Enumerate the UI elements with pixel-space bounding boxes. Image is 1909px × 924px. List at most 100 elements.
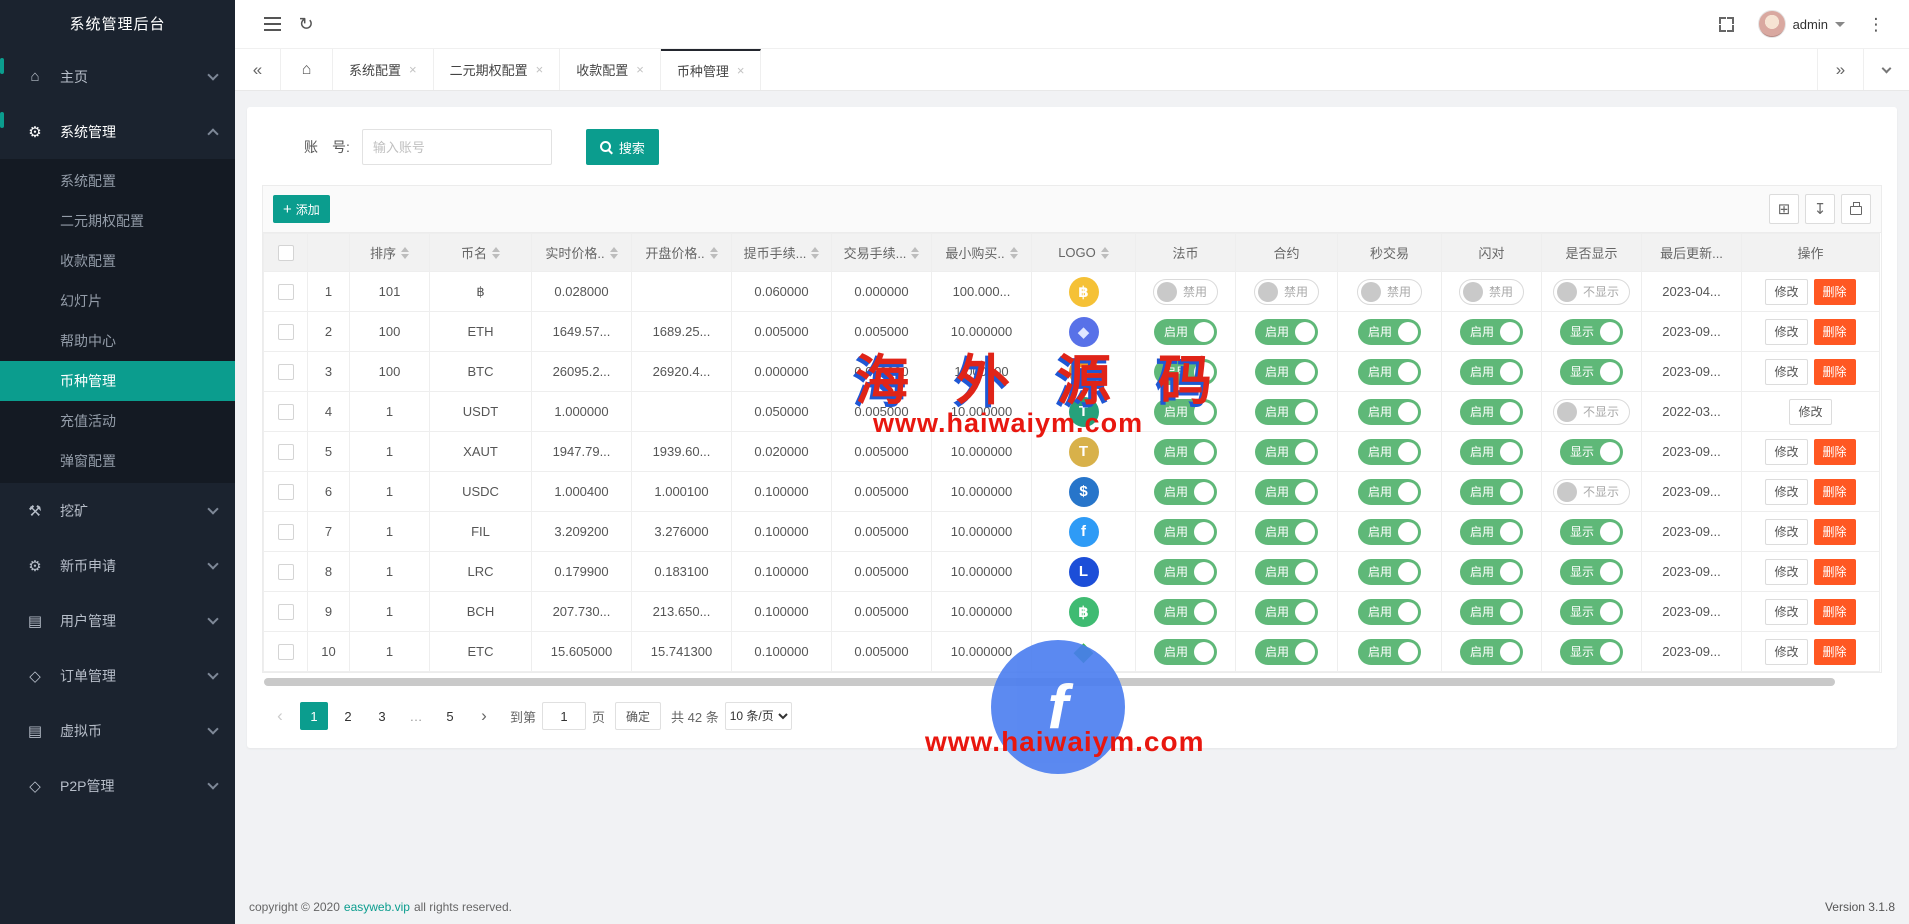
sort-icon[interactable] [1101,247,1109,259]
easyweb-link[interactable]: easyweb.vip [344,900,410,914]
contract-toggle[interactable]: 启用 [1255,519,1318,545]
seconds-toggle[interactable]: 启用 [1358,399,1421,425]
fiat-toggle[interactable]: 启用 [1154,399,1217,425]
fiat-toggle[interactable]: 启用 [1154,479,1217,505]
jump-page-input[interactable] [542,702,586,730]
visible-toggle[interactable]: 显示 [1560,519,1623,545]
flash-toggle[interactable]: 禁用 [1459,279,1524,305]
columns-filter-icon[interactable]: ⊞ [1769,194,1799,224]
close-tab-icon[interactable]: × [737,63,745,78]
flash-toggle[interactable]: 启用 [1460,479,1523,505]
seconds-toggle[interactable]: 启用 [1358,479,1421,505]
flash-toggle[interactable]: 启用 [1460,439,1523,465]
modify-button[interactable]: 修改 [1765,279,1807,305]
tab-币种管理[interactable]: 币种管理× [661,49,762,90]
delete-button[interactable]: 删除 [1814,359,1856,385]
page-button-3[interactable]: 3 [368,702,396,730]
fiat-toggle[interactable]: 启用 [1154,519,1217,545]
sidebar-subitem-幻灯片[interactable]: 幻灯片 [0,281,235,321]
seconds-toggle[interactable]: 启用 [1358,319,1421,345]
delete-button[interactable]: 删除 [1814,559,1856,585]
delete-button[interactable]: 删除 [1814,599,1856,625]
export-icon[interactable]: ↧ [1805,194,1835,224]
sidebar-item-主页[interactable]: ⌂主页 [0,49,235,104]
row-checkbox[interactable] [278,564,294,580]
fiat-toggle[interactable]: 启用 [1154,439,1217,465]
jump-confirm-button[interactable]: 确定 [615,702,661,730]
fiat-toggle[interactable]: 启用 [1154,599,1217,625]
contract-toggle[interactable]: 启用 [1255,559,1318,585]
visible-toggle[interactable]: 显示 [1560,319,1623,345]
row-checkbox[interactable] [278,524,294,540]
tab-home[interactable]: ⌂ [281,49,333,90]
column-header-开盘价格..[interactable]: 开盘价格.. [632,234,732,272]
visible-toggle[interactable]: 显示 [1560,439,1623,465]
contract-toggle[interactable]: 启用 [1255,399,1318,425]
refresh-icon[interactable]: ↻ [289,7,323,41]
sort-icon[interactable] [1010,247,1018,259]
horizontal-scrollbar[interactable] [264,678,1835,686]
flash-toggle[interactable]: 启用 [1460,599,1523,625]
tabs-menu-icon[interactable] [1863,49,1909,90]
sidebar-item-用户管理[interactable]: ▤用户管理 [0,593,235,648]
visible-toggle[interactable]: 不显示 [1553,399,1630,425]
tab-收款配置[interactable]: 收款配置× [560,49,661,90]
seconds-toggle[interactable]: 启用 [1358,359,1421,385]
visible-toggle[interactable]: 不显示 [1553,479,1630,505]
flash-toggle[interactable]: 启用 [1460,399,1523,425]
contract-toggle[interactable]: 启用 [1255,319,1318,345]
flash-toggle[interactable]: 启用 [1460,359,1523,385]
modify-button[interactable]: 修改 [1765,319,1807,345]
contract-toggle[interactable]: 启用 [1255,479,1318,505]
modify-button[interactable]: 修改 [1765,519,1807,545]
seconds-toggle[interactable]: 启用 [1358,559,1421,585]
close-tab-icon[interactable]: × [636,62,644,77]
page-button-5[interactable]: 5 [436,702,464,730]
search-button[interactable]: 搜索 [586,129,659,165]
tabs-scroll-right-icon[interactable]: » [1817,49,1863,90]
visible-toggle[interactable]: 显示 [1560,599,1623,625]
tab-系统配置[interactable]: 系统配置× [333,49,434,90]
visible-toggle[interactable]: 显示 [1560,359,1623,385]
contract-toggle[interactable]: 启用 [1255,599,1318,625]
tab-二元期权配置[interactable]: 二元期权配置× [434,49,561,90]
sort-icon[interactable] [710,247,718,259]
add-button[interactable]: +添加 [273,195,330,223]
contract-toggle[interactable]: 启用 [1255,639,1318,665]
delete-button[interactable]: 删除 [1814,279,1856,305]
delete-button[interactable]: 删除 [1814,639,1856,665]
modify-button[interactable]: 修改 [1765,639,1807,665]
modify-button[interactable]: 修改 [1765,359,1807,385]
delete-button[interactable]: 删除 [1814,439,1856,465]
sidebar-subitem-充值活动[interactable]: 充值活动 [0,401,235,441]
sort-icon[interactable] [401,247,409,259]
sidebar-item-系统管理[interactable]: ⚙系统管理 [0,104,235,159]
sidebar-item-挖矿[interactable]: ⚒挖矿 [0,483,235,538]
print-icon[interactable] [1841,194,1871,224]
page-button-1[interactable]: 1 [300,702,328,730]
modify-button[interactable]: 修改 [1789,399,1831,425]
row-checkbox[interactable] [278,284,294,300]
seconds-toggle[interactable]: 启用 [1358,519,1421,545]
modify-button[interactable]: 修改 [1765,559,1807,585]
visible-toggle[interactable]: 显示 [1560,639,1623,665]
flash-toggle[interactable]: 启用 [1460,319,1523,345]
visible-toggle[interactable]: 不显示 [1553,279,1630,305]
delete-button[interactable]: 删除 [1814,319,1856,345]
row-checkbox[interactable] [278,364,294,380]
sidebar-subitem-弹窗配置[interactable]: 弹窗配置 [0,441,235,481]
prev-page-icon[interactable]: ‹ [266,702,294,730]
sidebar-subitem-收款配置[interactable]: 收款配置 [0,241,235,281]
fiat-toggle[interactable]: 启用 [1154,319,1217,345]
sidebar-subitem-币种管理[interactable]: 币种管理 [0,361,235,401]
modify-button[interactable]: 修改 [1765,479,1807,505]
sort-icon[interactable] [610,247,618,259]
sidebar-item-订单管理[interactable]: ◇订单管理 [0,648,235,703]
row-checkbox[interactable] [278,404,294,420]
modify-button[interactable]: 修改 [1765,439,1807,465]
visible-toggle[interactable]: 显示 [1560,559,1623,585]
column-header-排序[interactable]: 排序 [350,234,430,272]
tabs-scroll-left-icon[interactable]: « [235,49,281,90]
sidebar-item-P2P管理[interactable]: ◇P2P管理 [0,758,235,813]
seconds-toggle[interactable]: 启用 [1358,599,1421,625]
